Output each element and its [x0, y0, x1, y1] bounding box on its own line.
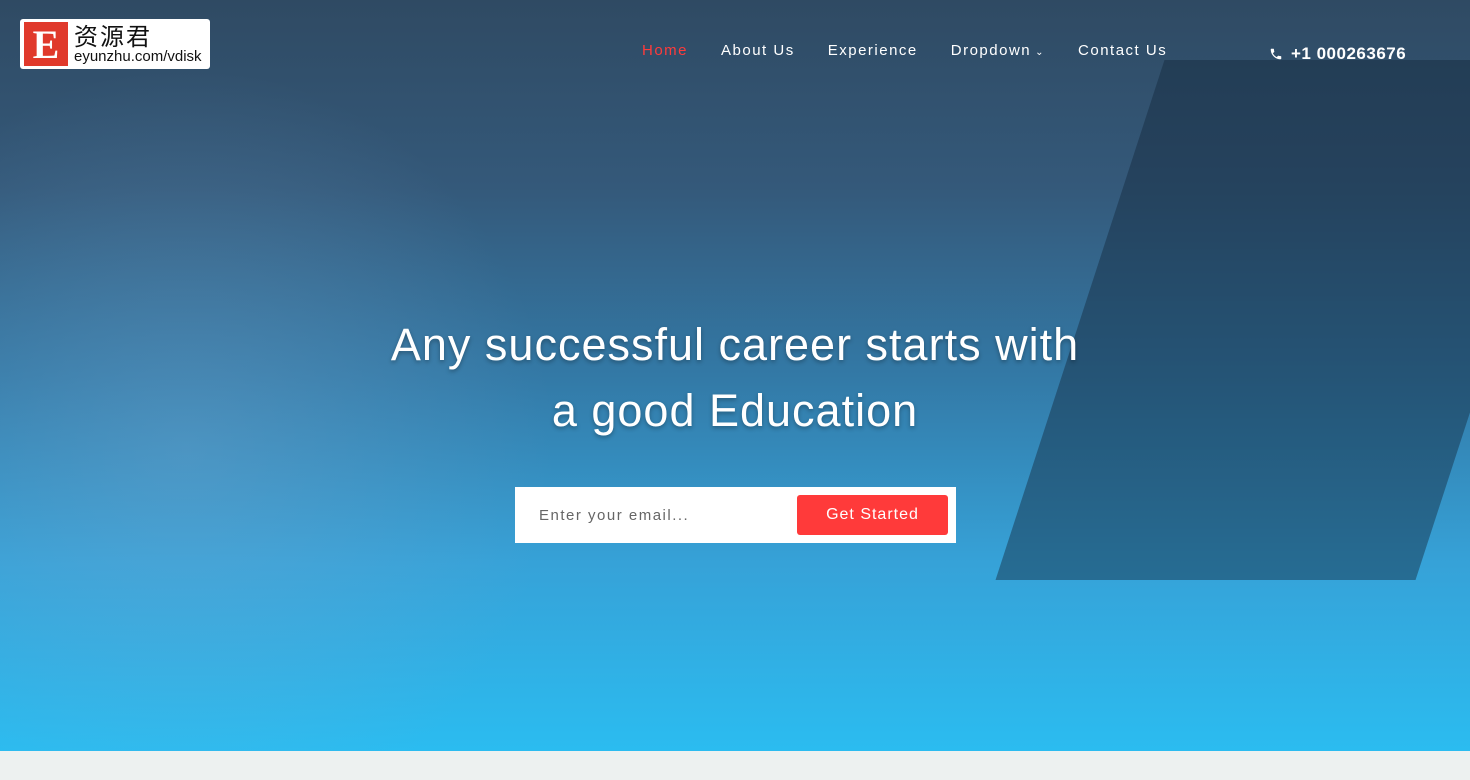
chevron-down-icon: ⌄	[1035, 47, 1046, 58]
phone-contact[interactable]: +1 000263676	[1269, 44, 1406, 64]
email-input[interactable]	[537, 505, 791, 525]
nav-about-us[interactable]: About Us	[721, 42, 795, 59]
logo-watermark: E 资源君 eyunzhu.com/vdisk	[20, 19, 210, 69]
phone-icon	[1270, 48, 1282, 60]
nav-contact-us[interactable]: Contact Us	[1078, 42, 1167, 59]
hero-section: E 资源君 eyunzhu.com/vdisk Home About Us Ex…	[0, 0, 1470, 751]
get-started-button[interactable]: Get Started	[797, 495, 948, 535]
nav-dropdown-label: Dropdown	[950, 42, 1032, 59]
signup-form: Get Started	[515, 487, 956, 543]
nav-home[interactable]: Home	[642, 42, 688, 59]
logo-letter: E	[24, 22, 68, 67]
phone-number: +1 000263676	[1291, 44, 1407, 63]
logo-url: eyunzhu.com/vdisk	[74, 47, 202, 65]
main-nav: Home About Us Experience Dropdown ⌄ Conta…	[642, 42, 1167, 59]
hero-title: Any successful career starts with a good…	[390, 319, 1080, 436]
nav-dropdown[interactable]: Dropdown ⌄	[951, 42, 1045, 59]
nav-experience[interactable]: Experience	[828, 42, 918, 59]
logo-chinese: 资源君	[74, 22, 152, 51]
